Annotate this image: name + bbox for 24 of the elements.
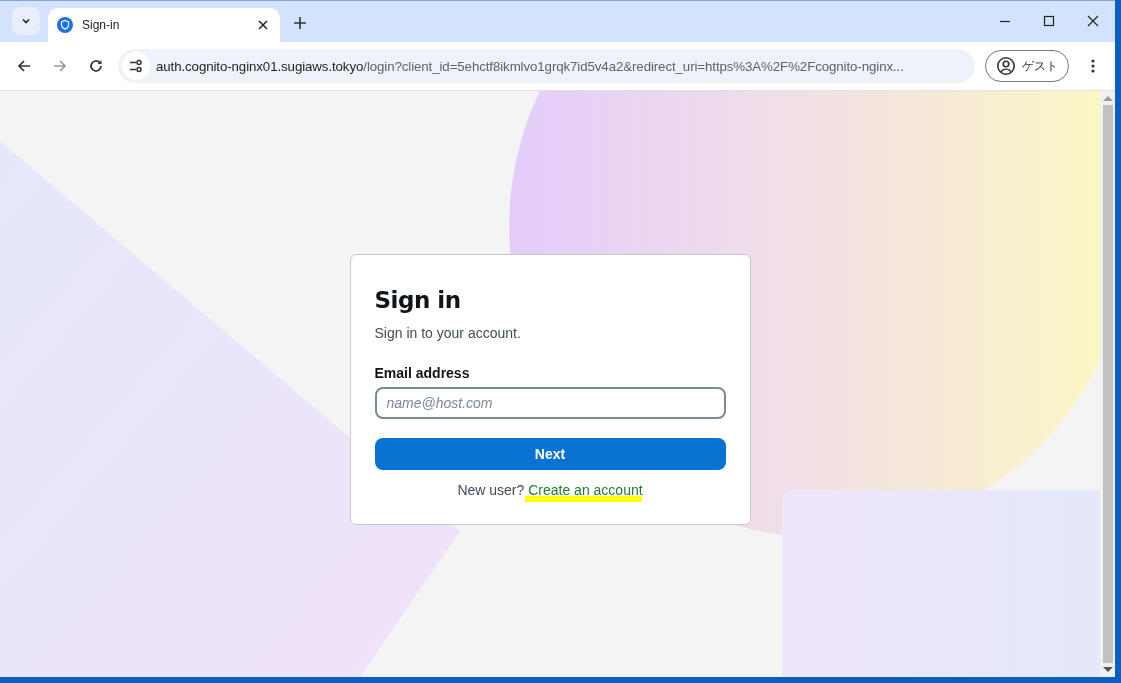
next-button[interactable]: Next <box>374 437 726 470</box>
card-title: Sign in <box>374 286 462 313</box>
forward-arrow-icon <box>52 58 68 74</box>
signup-prompt: New user? <box>457 481 525 498</box>
person-icon <box>996 56 1016 76</box>
scrollbar[interactable] <box>1100 91 1115 677</box>
close-icon <box>1087 15 1099 27</box>
reload-icon <box>88 58 104 74</box>
card-subtitle: Sign in to your account. <box>374 324 522 341</box>
plus-icon <box>293 16 307 30</box>
shield-icon <box>57 17 73 33</box>
scroll-down-icon[interactable] <box>1102 667 1113 673</box>
back-arrow-icon <box>16 58 32 74</box>
browser-tab[interactable]: Sign-in <box>48 8 280 42</box>
url-text[interactable]: auth.cognito-nginx01.sugiaws.tokyo/login?client_id=5ehctf8ikmlvo1grqk7id5v4a2&redirect_uri=https%3A%2F%2Fcognito-nginx... <box>156 58 904 74</box>
address-bar[interactable]: auth.cognito-nginx01.sugiaws.tokyo/login?client_id=5ehctf8ikmlvo1grqk7id5v4a2&redirect_uri=https%3A%2F%2Fcognito-nginx... <box>118 49 975 83</box>
create-account-link[interactable]: Create an account <box>528 481 643 498</box>
maximize-icon <box>1043 15 1055 27</box>
email-field[interactable]: name@host.com <box>374 386 726 419</box>
tab-title: Sign-in <box>82 18 121 32</box>
profile-button[interactable]: ゲスト <box>985 50 1069 82</box>
close-icon[interactable] <box>258 20 268 30</box>
email-label: Email address <box>374 364 471 381</box>
site-settings-icon[interactable] <box>128 58 144 74</box>
